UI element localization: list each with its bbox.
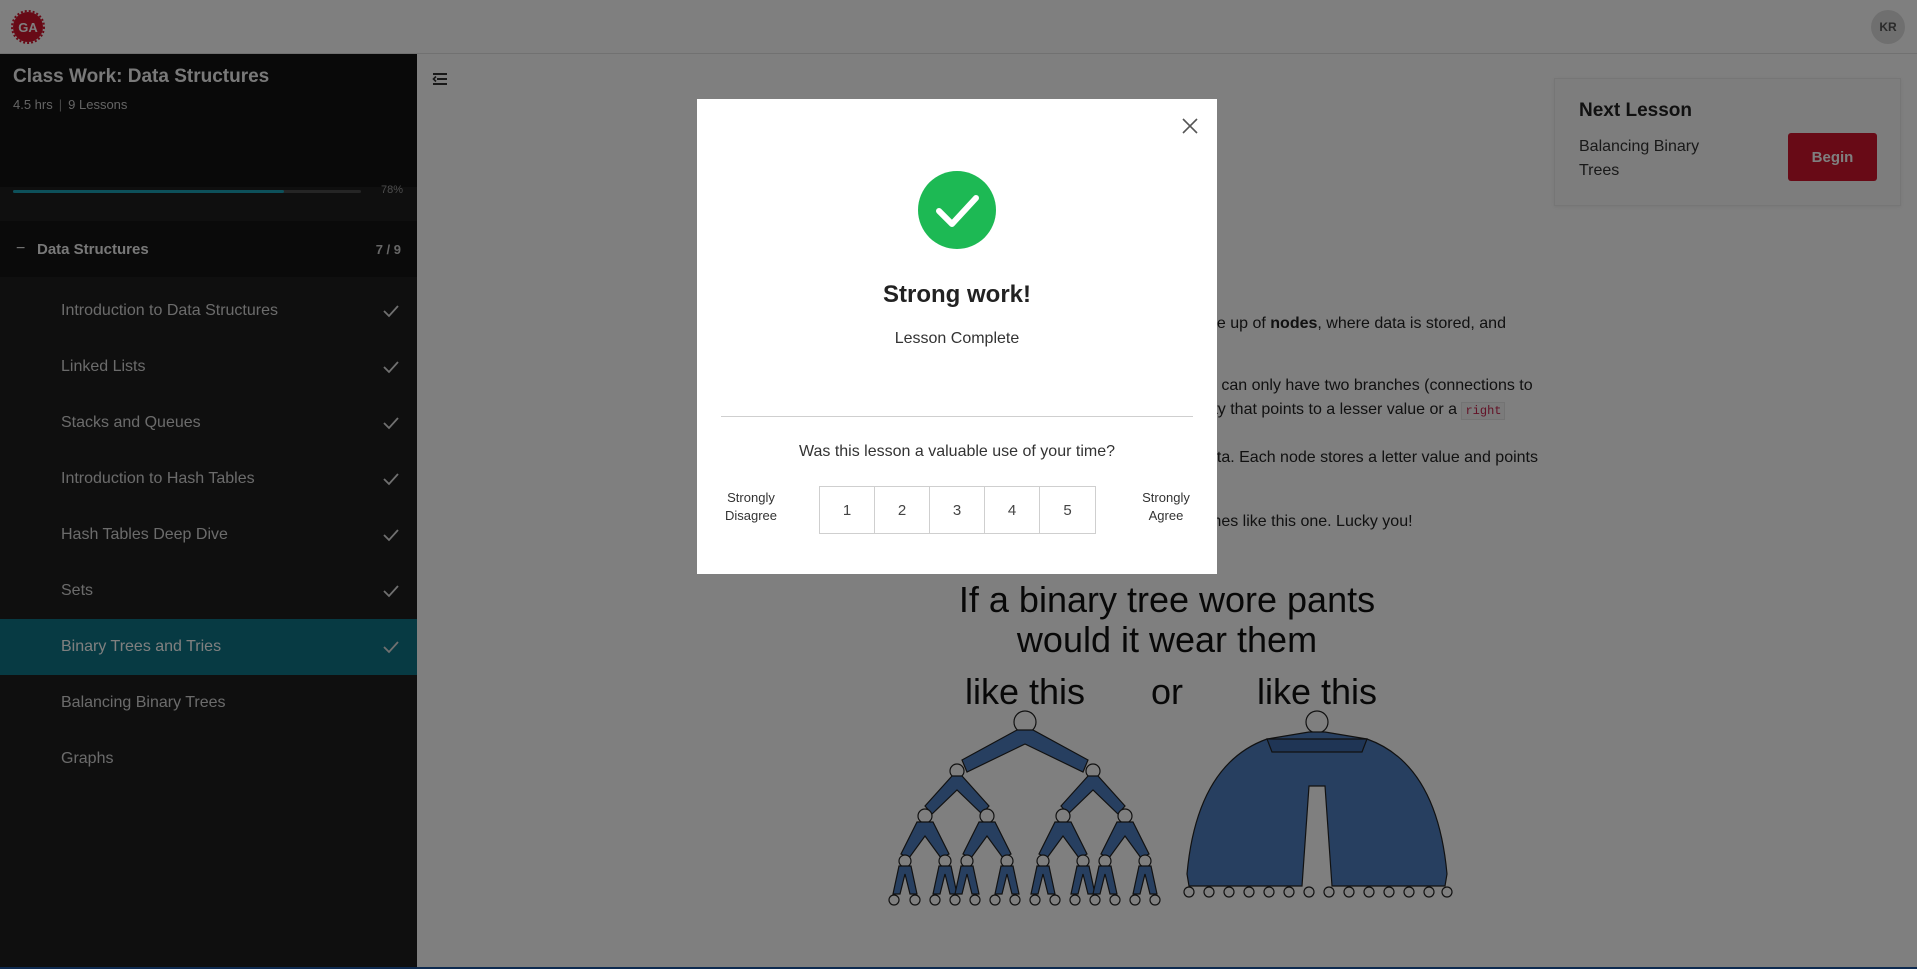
modal-subheading: Lesson Complete: [894, 330, 1020, 347]
modal-divider: [721, 416, 1193, 417]
scale-label-disagree: Strongly Disagree: [719, 489, 783, 525]
rating-button-3[interactable]: 3: [930, 487, 985, 533]
close-icon[interactable]: [1180, 116, 1200, 136]
rating-button-2[interactable]: 2: [875, 487, 930, 533]
rating-scale: 12345: [819, 486, 1096, 534]
scale-right-line-2: Agree: [1148, 508, 1184, 523]
modal-heading: Strong work!: [883, 281, 1031, 308]
scale-left-line-2: Disagree: [724, 508, 778, 523]
checkmark-circle-icon: [918, 171, 996, 249]
scale-label-agree: Strongly Agree: [1134, 489, 1198, 525]
feedback-question: Was this lesson a valuable use of your t…: [798, 443, 1115, 460]
rating-button-1[interactable]: 1: [820, 487, 875, 533]
lesson-complete-modal: Strong work! Lesson Complete Was this le…: [697, 99, 1217, 574]
scale-right-line-1: Strongly: [1142, 490, 1190, 505]
scale-left-line-1: Strongly: [727, 490, 775, 505]
rating-button-5[interactable]: 5: [1040, 487, 1095, 533]
rating-button-4[interactable]: 4: [985, 487, 1040, 533]
